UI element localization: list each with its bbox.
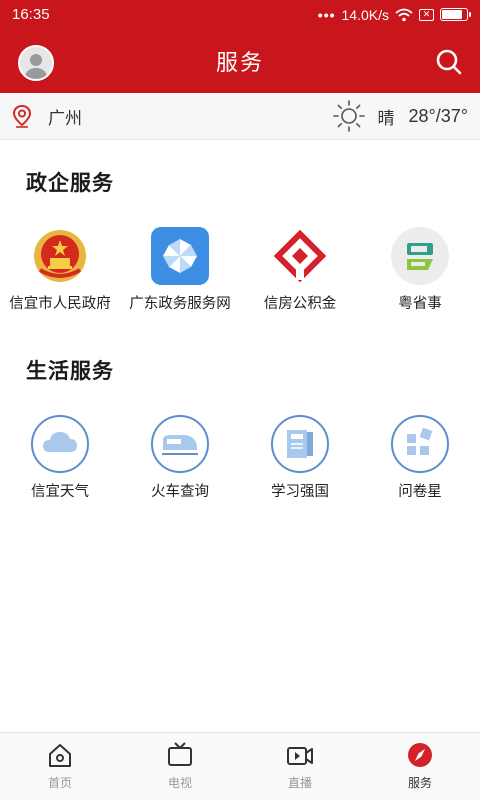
tab-label: 直播 [287, 776, 312, 790]
user-avatar-icon [20, 47, 52, 79]
book-icon [270, 414, 330, 474]
service-item-xuexi-qiangguo[interactable]: 学习强国 [240, 414, 360, 501]
temperature-range: 28°/37° [408, 105, 468, 126]
cloud-icon [30, 414, 90, 474]
home-icon [49, 744, 71, 767]
avatar[interactable] [18, 45, 54, 81]
service-item-train-query[interactable]: 火车查询 [120, 414, 240, 501]
housing-fund-icon [270, 226, 330, 286]
search-icon [436, 49, 462, 75]
wifi-icon [395, 8, 413, 21]
tab-tv[interactable]: 电视 [120, 733, 240, 800]
service-item-guangdong-gov-portal[interactable]: 广东政务服务网 [120, 226, 240, 313]
tab-home[interactable]: 首页 [0, 733, 120, 800]
status-bar: 16:35 ••• 14.0K/s ✕ [0, 0, 480, 29]
sun-icon [332, 100, 365, 132]
header: 服务 [0, 29, 480, 93]
location-weather-bar: 广州 晴 28°/37° [0, 93, 480, 140]
service-item-xinyi-weather[interactable]: 信宜天气 [0, 414, 120, 501]
city-name[interactable]: 广州 [48, 104, 332, 129]
life-services-grid: 信宜天气 火车查询 学习强国 问卷星 [0, 414, 480, 501]
status-indicators: ••• 14.0K/s ✕ [317, 6, 471, 23]
no-sim-icon: ✕ [419, 8, 434, 21]
service-label: 信房公积金 [263, 296, 337, 312]
grid-squares-icon [390, 414, 450, 474]
tab-label: 电视 [167, 776, 192, 790]
compass-icon [408, 743, 432, 767]
service-item-housing-fund[interactable]: 信房公积金 [240, 226, 360, 313]
more-dots-icon: ••• [317, 6, 336, 23]
service-item-xinyi-government[interactable]: 信宜市人民政府 [0, 226, 120, 313]
tab-services[interactable]: 服务 [360, 733, 480, 800]
service-label: 广东政务服务网 [129, 296, 231, 312]
service-label: 粤省事 [398, 296, 442, 312]
tv-icon [168, 742, 192, 766]
bottom-tab-bar: 首页 电视 直播 服务 [0, 732, 480, 800]
tab-label: 服务 [407, 776, 432, 790]
tab-live[interactable]: 直播 [240, 733, 360, 800]
gov-section-title: 政企服务 [26, 171, 114, 195]
tab-label: 首页 [47, 776, 72, 790]
national-emblem-icon [30, 226, 90, 286]
gov-services-grid: 信宜市人民政府 广东政务服务网 信房公积金 粤省事 [0, 226, 480, 313]
location-pin-icon[interactable] [12, 104, 32, 128]
service-label: 学习强国 [271, 484, 329, 500]
yue-app-icon [390, 226, 450, 286]
service-label: 信宜市人民政府 [9, 296, 111, 312]
page-title: 服务 [215, 51, 264, 76]
battery-icon [440, 8, 471, 21]
weather-condition: 晴 [377, 108, 395, 129]
service-label: 信宜天气 [31, 484, 89, 500]
search-button[interactable] [434, 47, 464, 77]
screen: 16:35 ••• 14.0K/s ✕ 服务 广州 晴 28°/37° 政企服务… [0, 0, 480, 800]
service-label: 问卷星 [398, 484, 442, 500]
status-time: 16:35 [12, 6, 50, 23]
live-camera-icon [287, 747, 313, 765]
service-item-yue-sheng-shi[interactable]: 粤省事 [360, 226, 480, 313]
network-speed: 14.0K/s [341, 6, 389, 23]
pinwheel-icon [150, 226, 210, 286]
service-item-wenjuanxing[interactable]: 问卷星 [360, 414, 480, 501]
train-icon [150, 414, 210, 474]
life-section-title: 生活服务 [26, 359, 114, 383]
battery-level [442, 10, 462, 19]
service-label: 火车查询 [151, 484, 209, 500]
